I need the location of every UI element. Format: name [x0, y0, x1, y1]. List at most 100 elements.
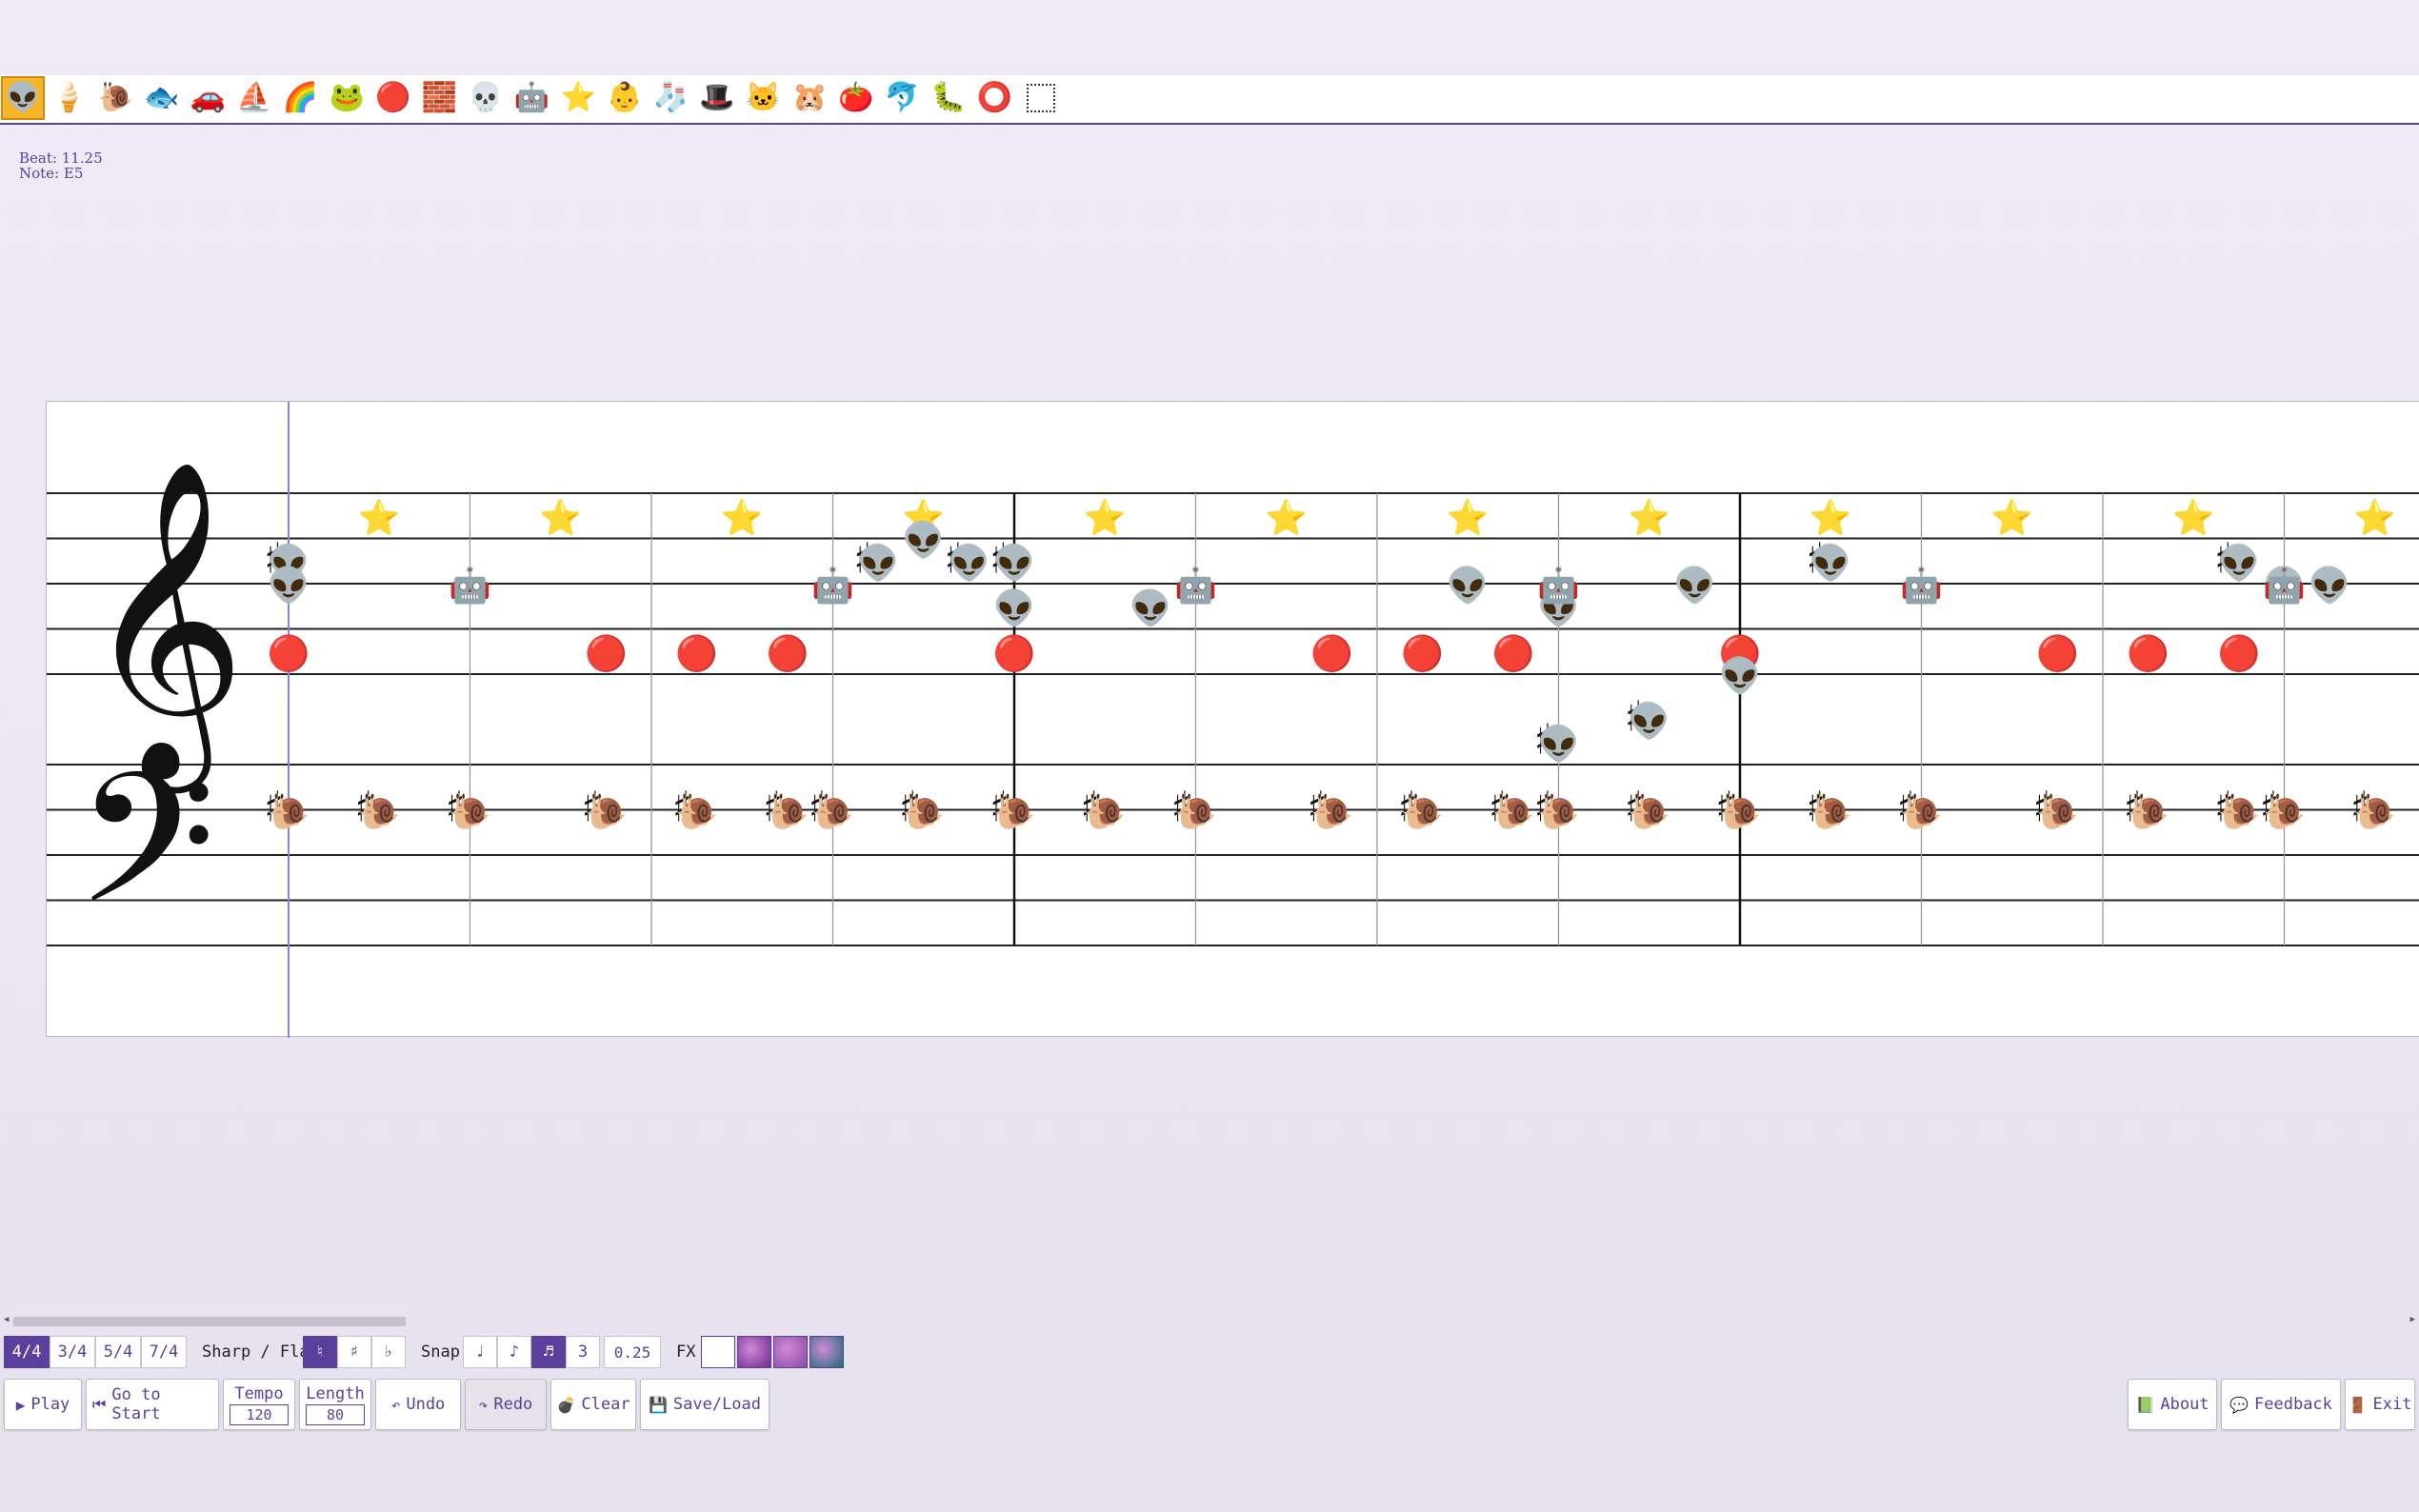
accidental-option-0[interactable]: ♮ [303, 1336, 337, 1368]
star-icon: ⭐ [1628, 498, 1670, 538]
snail-icon: 🐌 [1809, 793, 1852, 832]
frog-icon[interactable]: 🐸 [325, 76, 369, 120]
snap-value-field[interactable]: 0.25 [604, 1336, 661, 1368]
snail-icon: 🐌 [1900, 793, 1943, 832]
horizontal-scrollbar[interactable]: ◀ ▶ [0, 1315, 2419, 1328]
options-bar: 4/4 3/4 5/4 7/4 Sharp / Flat ♮ ♯ ♭ Snap ♩ ♪ ♬ 3 … [0, 1336, 2419, 1368]
star-icon: ⭐ [539, 498, 582, 538]
time-signature-option-2[interactable]: 5/4 [95, 1336, 141, 1368]
time-signature-option-3[interactable]: 7/4 [141, 1336, 187, 1368]
marquee-select-icon[interactable] [1019, 76, 1063, 120]
undo-icon: ↶ [390, 1395, 401, 1414]
accidental-option-1[interactable]: ♯ [337, 1336, 371, 1368]
star-icon: ⭐ [1990, 498, 2033, 538]
ball-icon: 🔴 [2217, 633, 2260, 673]
snail-icon: 🐌 [2036, 793, 2079, 832]
snap-option-0[interactable]: ♩ [463, 1336, 497, 1368]
sock-icon[interactable]: 🧦 [649, 76, 692, 120]
star-icon: ⭐ [1265, 498, 1308, 538]
fx-swatch-0[interactable] [701, 1336, 735, 1368]
exit-button[interactable]: 🚪 Exit [2345, 1379, 2415, 1430]
brick-icon[interactable]: 🧱 [417, 76, 461, 120]
snail-icon[interactable]: 🐌 [93, 76, 137, 120]
ball-icon: 🔴 [2127, 633, 2169, 673]
fx-swatch-2[interactable] [773, 1336, 808, 1368]
scrollbar-thumb[interactable] [13, 1317, 406, 1326]
car-icon[interactable]: 🚗 [186, 76, 230, 120]
star-icon: ⭐ [2172, 498, 2215, 538]
snap-option-3[interactable]: 3 [566, 1336, 600, 1368]
baby-icon[interactable]: 👶 [603, 76, 647, 120]
about-button[interactable]: 📗 About [2128, 1379, 2217, 1430]
star-icon[interactable]: ⭐ [556, 76, 600, 120]
ball-icon: 🔴 [2036, 633, 2079, 673]
ring-icon[interactable]: ⭕ [973, 76, 1017, 120]
alien-icon: 👽 [993, 542, 1036, 583]
robot-icon: 🤖 [449, 566, 491, 606]
snail-icon: 🐌 [1719, 793, 1762, 832]
snail-icon: 🐌 [993, 793, 1036, 832]
accidental-option-2[interactable]: ♭ [371, 1336, 406, 1368]
rainbow-icon[interactable]: 🌈 [279, 76, 323, 120]
scroll-left-icon[interactable]: ◀ [4, 1315, 9, 1324]
time-signature-option-0[interactable]: 4/4 [4, 1336, 50, 1368]
alien-icon: 👽 [1809, 542, 1852, 583]
alien-icon: 👽 [1129, 587, 1171, 628]
alien-icon[interactable]: 👽 [1, 76, 45, 120]
tempo-control[interactable]: Tempo 120 [223, 1379, 295, 1430]
ball-icon[interactable]: 🔴 [371, 76, 415, 120]
redo-button[interactable]: ↷ Redo [465, 1379, 547, 1430]
fx-label: FX [676, 1343, 696, 1362]
snail-icon: 🐌 [2353, 793, 2396, 832]
ice-cream-icon[interactable]: 🍦 [48, 76, 91, 120]
time-signature-option-1[interactable]: 3/4 [50, 1336, 95, 1368]
snail-icon: 🐌 [1174, 793, 1217, 832]
play-button[interactable]: ▶ Play [4, 1379, 82, 1430]
undo-button[interactable]: ↶ Undo [375, 1379, 461, 1430]
door-icon: 🚪 [2348, 1395, 2368, 1414]
robot-icon: 🤖 [1174, 566, 1217, 606]
star-icon: ⭐ [721, 498, 764, 538]
snap-option-1[interactable]: ♪ [497, 1336, 531, 1368]
rewind-icon: ⏮ [92, 1395, 107, 1413]
fx-swatch-1[interactable] [737, 1336, 771, 1368]
play-icon: ▶ [15, 1395, 26, 1414]
star-icon: ⭐ [2353, 498, 2396, 538]
cat-icon[interactable]: 🐱 [742, 76, 786, 120]
dolphin-icon[interactable]: 🐬 [880, 76, 924, 120]
snail-icon: 🐌 [1537, 793, 1580, 832]
snail-icon: 🐌 [358, 793, 401, 832]
save-load-button[interactable]: 💾 Save/Load [640, 1379, 770, 1430]
redo-icon: ↷ [478, 1395, 489, 1414]
score-canvas[interactable]: 𝄞 𝄢 ⭐ ⭐ ⭐ ⭐ ⭐ ⭐ ⭐ ⭐ ⭐ ⭐ ⭐ ⭐ 👽 ♯ 👽 ♯ 👽 ♯ 👽 ♯ 👽 ♯ 👽 ♯ 👽 👽 👽 👽 👽 👽 👽 👽 👽 🤖 🤖 🤖 🤖 🤖… [46, 401, 2419, 1038]
tempo-input[interactable]: 120 [230, 1403, 289, 1425]
worm-icon[interactable]: 🐛 [927, 76, 970, 120]
star-icon: ⭐ [1447, 498, 1489, 538]
clear-button[interactable]: 💣 Clear [550, 1379, 636, 1430]
alien-icon: 👽 [1537, 723, 1580, 764]
alien-icon: 👽 [1628, 701, 1670, 742]
instrument-palette: 👽 🍦 🐌 🐟 🚗 ⛵ 🌈 🐸 🔴 🧱 💀 🤖 ⭐ 👶 🧦 🎩 🐱 🐹 🍅 🐬 🐛 ⭕ [0, 75, 2419, 125]
skull-icon[interactable]: 💀 [464, 76, 508, 120]
snail-icon: 🐌 [675, 793, 718, 832]
boat-icon[interactable]: ⛵ [232, 76, 276, 120]
feedback-button[interactable]: 💬 Feedback [2221, 1379, 2341, 1430]
length-input[interactable]: 80 [306, 1403, 365, 1425]
snail-icon: 🐌 [2217, 793, 2260, 832]
snail-icon: 🐌 [811, 793, 854, 832]
fish-icon[interactable]: 🐟 [140, 76, 184, 120]
length-control[interactable]: Length 80 [299, 1379, 371, 1430]
tomato-icon[interactable]: 🍅 [834, 76, 878, 120]
ball-icon: 🔴 [1491, 633, 1534, 673]
snap-option-2[interactable]: ♬ [531, 1336, 566, 1368]
grand-staff[interactable]: 𝄞𝄢⭐ ⭐ ⭐ ⭐ ⭐ ⭐ ⭐ ⭐ ⭐ ⭐ ⭐ ⭐👽♯👽 ♯👽 ♯👽 ♯👽 ♯👽 ♯👽👽 👽 👽 👽 👽👽 👽 👽🤖 🤖 🤖 🤖 🤖… [47, 402, 2419, 1038]
scroll-right-icon[interactable]: ▶ [2410, 1315, 2415, 1324]
top-hat-icon[interactable]: 🎩 [695, 76, 739, 120]
ball-icon: 🔴 [268, 633, 310, 673]
go-to-start-button[interactable]: ⏮ Go to Start [86, 1379, 219, 1430]
alien-icon: 👽 [948, 542, 990, 583]
robot-icon[interactable]: 🤖 [510, 76, 554, 120]
fx-swatch-3[interactable] [810, 1336, 844, 1368]
ball-icon: 🔴 [675, 633, 718, 673]
hamster-icon[interactable]: 🐹 [788, 76, 831, 120]
